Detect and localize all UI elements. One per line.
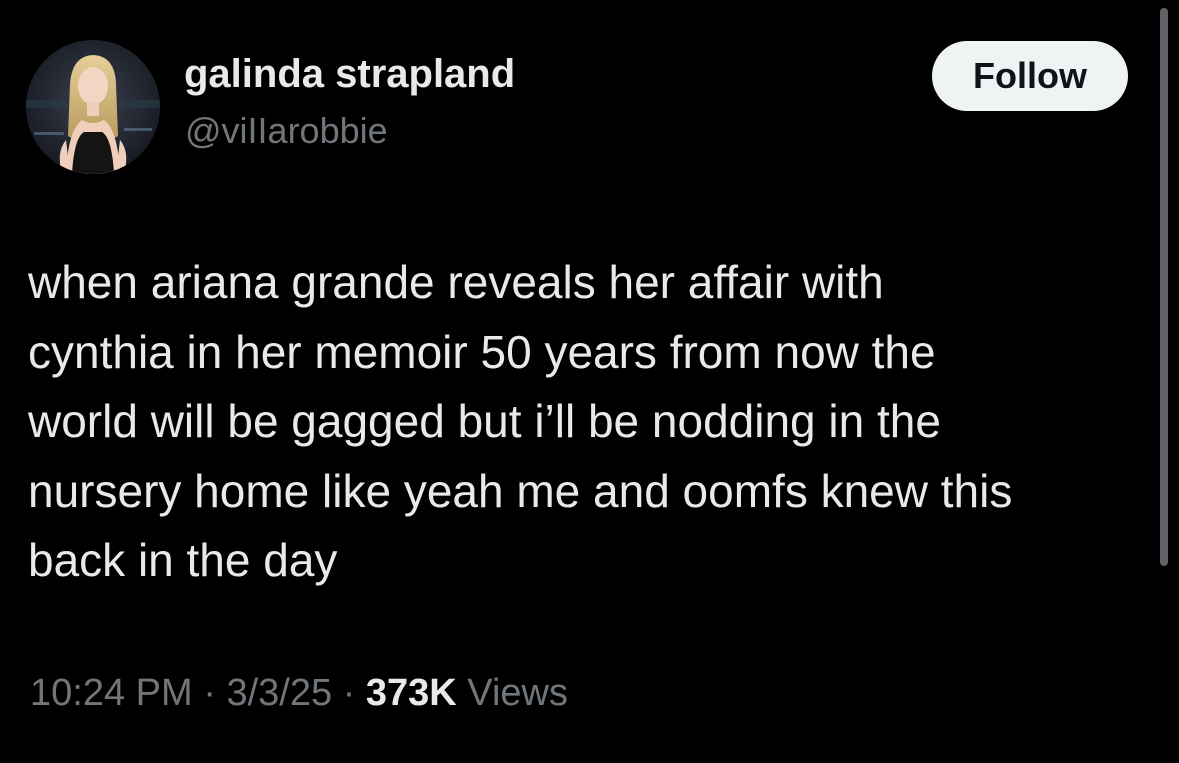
tweet-time[interactable]: 10:24 PM [30,672,193,714]
tweet-text-line: cynthia in her memoir 50 years from now … [28,325,936,378]
tweet-text: when ariana grande reveals her affair wi… [28,248,1138,596]
user-handle[interactable]: @viIIarobbie [185,110,388,152]
tweet-text-line: nursery home like yeah me and oomfs knew… [28,464,1013,517]
meta-separator: · [203,672,216,714]
tweet-text-line: when ariana grande reveals her affair wi… [28,256,884,308]
scrollbar[interactable] [1160,8,1168,566]
tweet-text-line: back in the day [28,534,338,586]
tweet-date[interactable]: 3/3/25 [226,672,332,714]
tweet-meta: 10:24 PM · 3/3/25 · 373K Views [30,672,568,715]
views-label: Views [467,672,568,714]
follow-button[interactable]: Follow [932,41,1128,111]
tweet-card: galinda strapland @viIIarobbie Follow wh… [0,0,1179,763]
display-name[interactable]: galinda strapland [184,52,515,97]
profile-photo-icon [26,40,160,174]
meta-separator: · [342,672,356,714]
views-count: 373K [365,672,457,714]
avatar[interactable] [26,40,160,174]
tweet-text-line: world will be gagged but i’ll be nodding… [28,395,941,447]
